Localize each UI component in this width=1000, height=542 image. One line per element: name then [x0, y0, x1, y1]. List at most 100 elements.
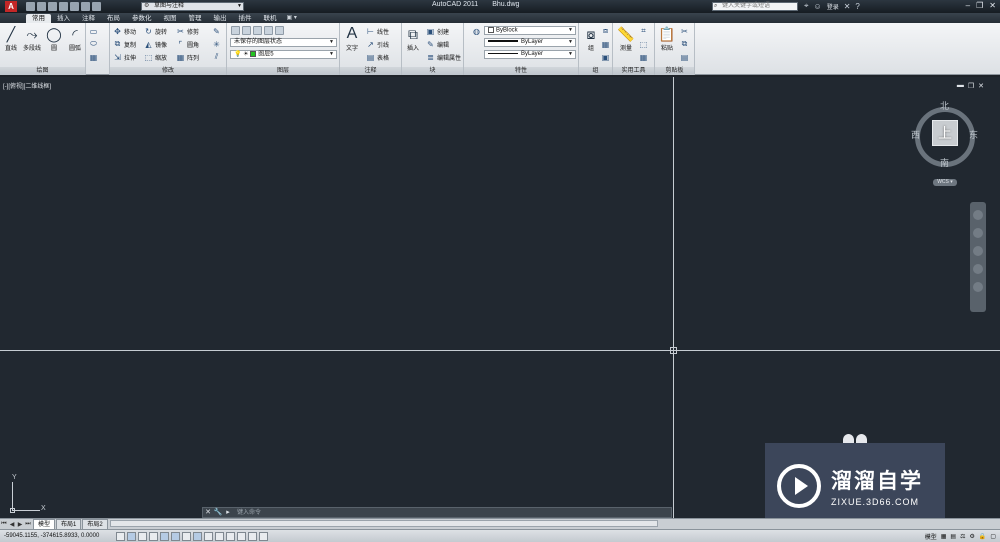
panel-block-title[interactable]: 块 — [402, 67, 463, 75]
region-button[interactable]: ▦ — [89, 52, 98, 62]
ortho-toggle[interactable] — [149, 531, 158, 541]
group-edit-button[interactable]: ▦ — [601, 39, 610, 49]
selection-cycling-toggle[interactable] — [259, 531, 268, 541]
move-button[interactable]: ✥ 移动 — [113, 26, 136, 36]
group-select-button[interactable]: ▣ — [601, 52, 610, 62]
layer-icon[interactable] — [264, 26, 273, 35]
edit-attributes-button[interactable]: ≣ 编辑属性 — [426, 52, 461, 62]
close-command-icon[interactable]: ✕ — [203, 508, 213, 517]
panel-properties-title[interactable]: 特性 — [464, 67, 578, 75]
ungroup-button[interactable]: ⧈ — [601, 26, 610, 36]
compass-west[interactable]: 西 — [911, 128, 920, 141]
tab-parametric[interactable]: 参数化 — [126, 14, 158, 23]
group-button[interactable]: ⧇ 组 — [581, 25, 601, 53]
linetype-dropdown[interactable]: ByLayer ▼ — [484, 50, 576, 59]
explode-button[interactable]: ✳ — [212, 39, 221, 49]
panel-groups-title[interactable]: 组 — [579, 67, 612, 75]
panel-annotation-title[interactable]: 注释 — [340, 67, 401, 75]
hatch-button[interactable]: ⬭ — [89, 39, 98, 49]
select-all-button[interactable]: ⬚ — [639, 39, 648, 49]
lineweight-toggle[interactable] — [226, 531, 235, 541]
coordinate-readout[interactable]: -59045.1155, -374615.8933, 0.0000 — [0, 533, 112, 539]
tab-home[interactable]: 常用 — [26, 14, 51, 23]
restore-icon[interactable]: ❐ — [976, 1, 983, 10]
tab-output[interactable]: 输出 — [208, 14, 233, 23]
grid-toggle[interactable] — [138, 531, 147, 541]
array-button[interactable]: ▦ 阵列 — [176, 52, 199, 62]
first-layout-icon[interactable]: ⏮ — [0, 521, 8, 528]
polyline-button[interactable]: ⤳ 多段线 — [22, 25, 42, 53]
orbit-icon[interactable] — [973, 264, 983, 274]
panel-layers-title[interactable]: 图层 — [227, 67, 339, 75]
osnap-toggle[interactable] — [171, 531, 180, 541]
snap-toggle[interactable] — [127, 531, 136, 541]
transparency-toggle[interactable] — [237, 531, 246, 541]
viewport-controls-label[interactable]: [-][俯视][二维线框] — [3, 81, 51, 90]
viewcube-top-face[interactable]: 上 — [932, 120, 958, 146]
polar-toggle[interactable] — [160, 531, 169, 541]
3d-osnap-toggle[interactable] — [182, 531, 191, 541]
app-menu-button[interactable]: A — [0, 0, 22, 13]
lock-icon[interactable]: 🔒 — [979, 533, 986, 540]
scale-button[interactable]: ⬚ 缩放 — [144, 52, 167, 62]
undo-icon[interactable] — [81, 2, 90, 11]
new-icon[interactable] — [26, 2, 35, 11]
tab-annotate[interactable]: 注释 — [76, 14, 101, 23]
panel-utilities-title[interactable]: 实用工具 — [613, 67, 654, 75]
offset-button[interactable]: ⫽ — [212, 52, 221, 62]
layer-state-dropdown[interactable]: 未保存的图层状态 ▼ — [230, 38, 337, 47]
redo-icon[interactable] — [92, 2, 101, 11]
measure-button[interactable]: 📏 测量 — [616, 25, 636, 53]
help-icon[interactable]: ? — [855, 2, 859, 11]
close-icon[interactable]: ✕ — [989, 1, 996, 10]
panel-modify-title[interactable]: 修改 — [110, 67, 226, 75]
workspace-dropdown[interactable]: 草图与注释 ▼ — [141, 2, 244, 11]
ducs-toggle[interactable] — [204, 531, 213, 541]
pan-icon[interactable] — [973, 228, 983, 238]
minimize-icon[interactable]: – — [966, 1, 970, 10]
tab-layout1[interactable]: 布局1 — [56, 519, 82, 529]
edit-block-button[interactable]: ✎ 编辑 — [426, 39, 449, 49]
command-input[interactable] — [233, 508, 671, 517]
tab-view[interactable]: 视图 — [158, 14, 183, 23]
wcs-menu-button[interactable]: WCS ▾ — [933, 179, 957, 186]
erase-button[interactable]: ✎ — [212, 26, 221, 36]
linear-dim-button[interactable]: ⊢ 线性 — [366, 26, 389, 36]
login-link[interactable]: 登录 — [827, 2, 839, 11]
recent-commands-icon[interactable]: ▸ — [223, 508, 233, 517]
quick-view-layouts-icon[interactable]: ▦ — [941, 533, 947, 540]
create-block-button[interactable]: ▣ 创建 — [426, 26, 449, 36]
panel-clipboard-title[interactable]: 剪贴板 — [655, 67, 694, 75]
cut-button[interactable]: ✂ — [680, 26, 689, 36]
plot-icon[interactable] — [70, 2, 79, 11]
ribbon-minimize-button[interactable]: ▣ ▾ — [283, 14, 301, 23]
rectangle-button[interactable]: ▭ — [89, 26, 98, 36]
dyn-toggle[interactable] — [215, 531, 224, 541]
clean-screen-icon[interactable]: ▢ — [990, 533, 996, 540]
steering-wheel-icon[interactable] — [973, 210, 983, 220]
exchange-icon[interactable]: ✕ — [844, 2, 851, 11]
trim-button[interactable]: ✂ 修剪 — [176, 26, 199, 36]
horizontal-scrollbar[interactable] — [110, 520, 658, 527]
viewport-minimize-icon[interactable]: ▬ — [957, 82, 964, 90]
annotation-scale-icon[interactable]: ⚖ — [960, 533, 965, 540]
leader-button[interactable]: ↗ 引线 — [366, 39, 389, 49]
otrack-toggle[interactable] — [193, 531, 202, 541]
save-icon[interactable] — [48, 2, 57, 11]
viewport-restore-icon[interactable]: ❐ — [968, 82, 974, 90]
save-as-icon[interactable] — [59, 2, 68, 11]
binoculars-icon[interactable]: ⌖ — [804, 1, 809, 11]
viewport-close-icon[interactable]: ✕ — [978, 82, 984, 90]
last-layout-icon[interactable]: ⏭ — [24, 521, 32, 528]
showmotion-icon[interactable] — [973, 282, 983, 292]
line-button[interactable]: ╱ 直线 — [1, 25, 21, 53]
text-button[interactable]: A 文字 — [342, 25, 362, 52]
compass-east[interactable]: 东 — [969, 128, 978, 141]
tab-layout[interactable]: 布局 — [101, 14, 126, 23]
rotate-button[interactable]: ↻ 旋转 — [144, 26, 167, 36]
workspace-switch-icon[interactable]: ⚙ — [969, 533, 974, 540]
tab-model[interactable]: 模型 — [33, 519, 56, 529]
panel-draw-title[interactable]: 绘图 — [0, 67, 85, 75]
compass-north[interactable]: 北 — [940, 99, 949, 112]
copy-base-button[interactable]: ▤ — [680, 52, 689, 62]
